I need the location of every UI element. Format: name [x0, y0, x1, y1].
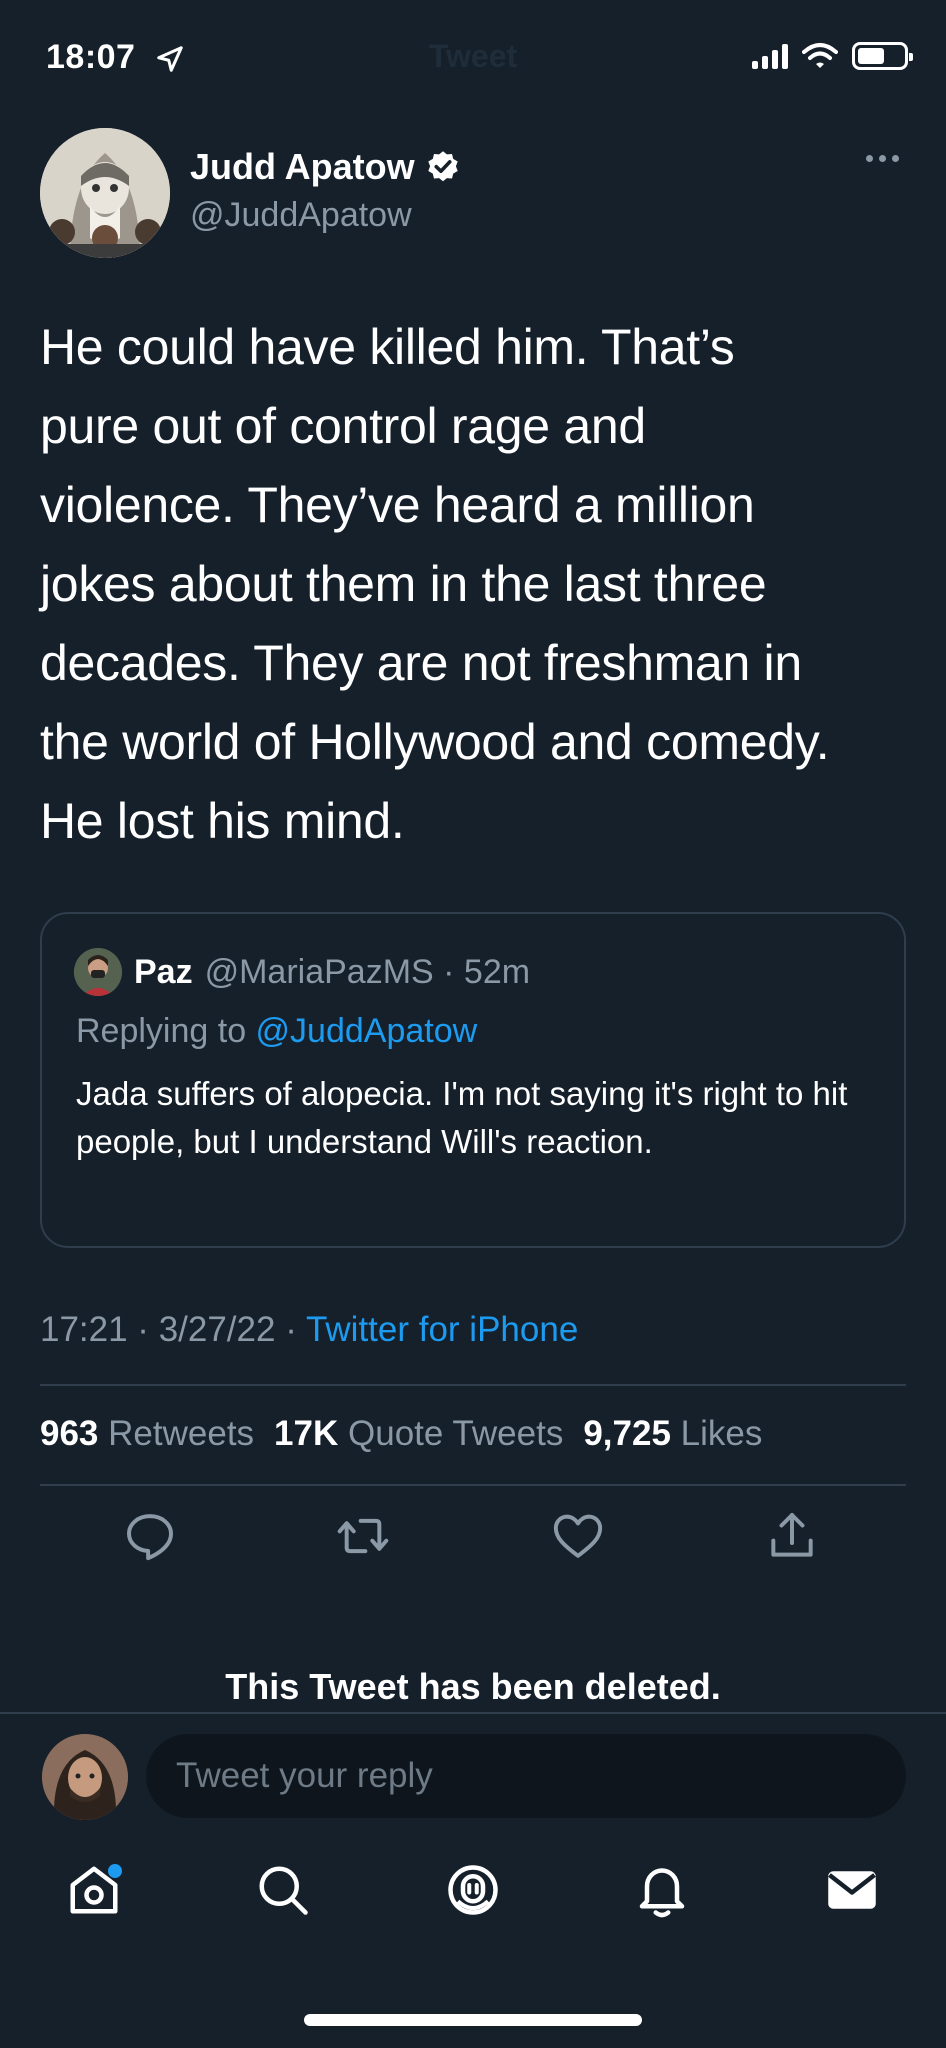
quoted-avatar	[74, 948, 122, 996]
tweet-source-link[interactable]: Twitter for iPhone	[306, 1310, 578, 1349]
messages-icon[interactable]	[822, 1860, 882, 1920]
share-icon[interactable]	[764, 1508, 820, 1564]
quote-tweets-count: 17K	[274, 1414, 339, 1453]
replying-to-handle[interactable]: @JuddApatow	[256, 1012, 478, 1050]
quoted-tweet[interactable]: Paz @MariaPazMS · 52m Replying to @JuddA…	[40, 912, 906, 1248]
divider	[40, 1384, 906, 1386]
replying-to-label: Replying to	[76, 1012, 256, 1050]
quoted-author-name: Paz	[134, 952, 193, 991]
likes-stat[interactable]: 9,725 Likes	[583, 1414, 762, 1454]
retweets-count: 963	[40, 1414, 99, 1453]
status-indicators	[752, 42, 913, 70]
author-name-row: Judd Apatow	[190, 146, 461, 188]
reply-bar-divider	[0, 1712, 946, 1714]
tweet-stats: 963 Retweets 17K Quote Tweets 9,725 Like…	[40, 1414, 762, 1454]
reply-placeholder: Tweet your reply	[176, 1756, 433, 1795]
quoted-author-meta: @MariaPazMS · 52m	[204, 952, 531, 991]
author-handle[interactable]: @JuddApatow	[190, 196, 412, 235]
quoted-tweet-header: Paz @MariaPazMS · 52m	[74, 948, 530, 996]
likes-label: Likes	[680, 1414, 763, 1453]
quoted-tweet-text: Jada suffers of alopecia. I'm not saying…	[76, 1075, 848, 1160]
home-indicator	[304, 2014, 642, 2026]
wifi-icon	[802, 43, 838, 68]
like-icon[interactable]	[550, 1508, 606, 1564]
tweet-actions	[40, 1508, 906, 1578]
likes-count: 9,725	[583, 1414, 671, 1453]
author-name[interactable]: Judd Apatow	[190, 146, 415, 188]
bottom-tab-bar	[0, 1860, 946, 1950]
retweets-label: Retweets	[108, 1414, 255, 1453]
deleted-tweet-notice: This Tweet has been deleted.	[225, 1666, 721, 1707]
author-avatar-image	[40, 128, 170, 258]
signal-icon	[752, 43, 788, 69]
divider	[40, 1484, 906, 1486]
retweet-icon[interactable]	[335, 1508, 391, 1564]
more-options-icon[interactable]	[866, 148, 906, 168]
reply-icon[interactable]	[122, 1508, 178, 1564]
author-avatar[interactable]	[40, 128, 170, 258]
search-icon[interactable]	[253, 1860, 313, 1920]
battery-icon	[852, 42, 913, 70]
spaces-icon[interactable]	[443, 1860, 503, 1920]
tweet-text: He could have killed him. That’s pure ou…	[40, 319, 830, 849]
quote-tweets-label: Quote Tweets	[348, 1414, 564, 1453]
tweet-timestamp-line: 17:21 · 3/27/22 · Twitter for iPhone	[40, 1310, 578, 1350]
verified-badge-icon	[427, 151, 458, 182]
user-avatar[interactable]	[42, 1734, 128, 1820]
quoted-replying-to: Replying to @JuddApatow	[76, 1012, 477, 1051]
reply-input[interactable]: Tweet your reply	[146, 1734, 906, 1818]
tweet-author: Judd Apatow @JuddApatow	[40, 128, 906, 258]
new-content-dot	[108, 1864, 122, 1878]
status-bar: 18:07 Tweet	[0, 0, 946, 120]
notifications-icon[interactable]	[632, 1860, 692, 1920]
quote-tweets-stat[interactable]: 17K Quote Tweets	[274, 1414, 563, 1454]
tweet-timestamp: 17:21 · 3/27/22 ·	[40, 1310, 306, 1349]
retweets-stat[interactable]: 963 Retweets	[40, 1414, 254, 1454]
